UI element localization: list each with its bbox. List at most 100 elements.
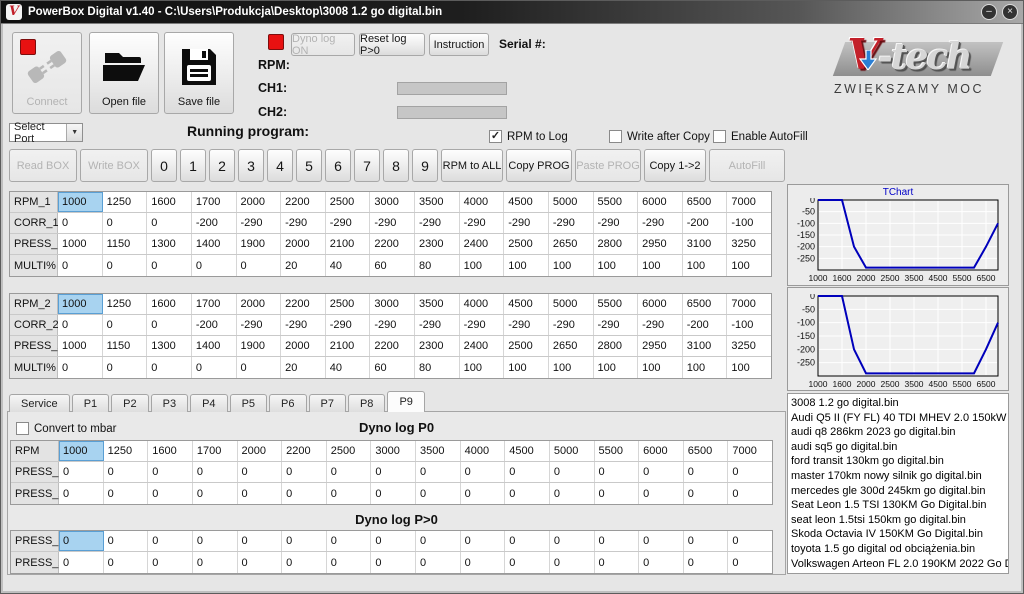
table-cell[interactable]: 2400 — [460, 336, 505, 356]
table-cell[interactable]: 100 — [594, 357, 639, 378]
table-cell[interactable]: 0 — [282, 531, 327, 551]
table-cell[interactable]: 2800 — [594, 336, 639, 356]
table-cell[interactable]: 1400 — [192, 336, 237, 356]
table-cell[interactable]: 5000 — [549, 192, 594, 212]
table-cell[interactable]: 0 — [103, 357, 148, 378]
table-cell[interactable]: 2500 — [326, 294, 371, 314]
table-cell[interactable]: 0 — [461, 462, 506, 482]
table-cell[interactable]: -290 — [370, 315, 415, 335]
table-cell[interactable]: 6000 — [638, 192, 683, 212]
file-list-item[interactable]: ford transit 130km go digital.bin — [791, 454, 1008, 469]
table-cell[interactable]: 0 — [371, 552, 416, 573]
table-cell[interactable]: 4000 — [460, 192, 505, 212]
table-cell[interactable]: 5500 — [594, 192, 639, 212]
table-cell[interactable]: 2650 — [549, 234, 594, 254]
table-cell[interactable]: 20 — [281, 255, 326, 276]
paste-prog-button[interactable]: Paste PROG — [575, 149, 641, 182]
tab-p4[interactable]: P4 — [190, 394, 227, 412]
table-cell[interactable]: 0 — [58, 213, 103, 233]
table-cell[interactable]: 1000 — [59, 441, 104, 461]
table-cell[interactable]: 1900 — [237, 336, 282, 356]
table-cell[interactable]: 2000 — [237, 192, 282, 212]
read-box-button[interactable]: Read BOX — [9, 149, 77, 182]
tab-service[interactable]: Service — [9, 394, 70, 412]
table-cell[interactable]: 40 — [326, 255, 371, 276]
table-cell[interactable]: 2100 — [326, 234, 371, 254]
table-cell[interactable]: 0 — [237, 357, 282, 378]
table-cell[interactable]: 2200 — [282, 441, 327, 461]
table-cell[interactable]: 1300 — [147, 234, 192, 254]
table-cell[interactable]: 0 — [104, 531, 149, 551]
table-cell[interactable]: 0 — [728, 462, 772, 482]
table-cell[interactable]: 2200 — [370, 336, 415, 356]
table-cell[interactable]: 100 — [549, 357, 594, 378]
file-list-item[interactable]: seat leon 1.5tsi 150km go digital.bin — [791, 513, 1008, 528]
table-cell[interactable]: 80 — [415, 357, 460, 378]
digit-button-3[interactable]: 3 — [238, 149, 264, 182]
rpm-to-log-checkbox[interactable]: RPM to Log — [489, 130, 568, 143]
table-cell[interactable]: 7000 — [727, 192, 771, 212]
table-cell[interactable]: 0 — [104, 552, 149, 573]
table-cell[interactable]: -290 — [281, 213, 326, 233]
table-cell[interactable]: 2950 — [638, 336, 683, 356]
table-cell[interactable]: 0 — [595, 483, 640, 504]
tab-p8[interactable]: P8 — [348, 394, 385, 412]
autofill-button[interactable]: AutoFill — [709, 149, 785, 182]
table-cell[interactable]: -200 — [683, 315, 728, 335]
table-cell[interactable]: 100 — [504, 255, 549, 276]
table-cell[interactable]: 100 — [683, 357, 728, 378]
table-cell[interactable]: 0 — [193, 483, 238, 504]
table-cell[interactable]: 0 — [505, 462, 550, 482]
close-button[interactable]: × — [1002, 4, 1018, 20]
table-cell[interactable]: 1700 — [193, 441, 238, 461]
enable-autofill-checkbox-box[interactable] — [713, 130, 726, 143]
table-cell[interactable]: 1250 — [104, 441, 149, 461]
table-cell[interactable]: 0 — [238, 531, 283, 551]
table-cell[interactable]: 0 — [327, 531, 372, 551]
file-list-item[interactable]: 3008 1.2 go digital.bin — [791, 396, 1008, 411]
file-list-item[interactable]: toyota 1.5 go digital od obciążenia.bin — [791, 542, 1008, 557]
table-cell[interactable]: 100 — [549, 255, 594, 276]
table-cell[interactable]: 6500 — [683, 192, 728, 212]
table-cell[interactable]: -290 — [460, 213, 505, 233]
table-cell[interactable]: 1400 — [192, 234, 237, 254]
instruction-button[interactable]: Instruction — [429, 33, 489, 56]
table-cell[interactable]: -100 — [727, 315, 771, 335]
table-cell[interactable]: 2100 — [326, 336, 371, 356]
table-cell[interactable]: 6500 — [683, 294, 728, 314]
table-cell[interactable]: -290 — [594, 315, 639, 335]
table-cell[interactable]: 0 — [193, 531, 238, 551]
table-cell[interactable]: 100 — [594, 255, 639, 276]
table-cell[interactable]: -290 — [504, 315, 549, 335]
digit-button-9[interactable]: 9 — [412, 149, 438, 182]
table-cell[interactable]: 1300 — [147, 336, 192, 356]
table-cell[interactable]: 0 — [238, 483, 283, 504]
table-cell[interactable]: 0 — [728, 483, 772, 504]
table-cell[interactable]: 0 — [238, 462, 283, 482]
table-cell[interactable]: 1150 — [103, 234, 148, 254]
digit-button-4[interactable]: 4 — [267, 149, 293, 182]
table-cell[interactable]: 60 — [370, 255, 415, 276]
rpm-to-log-checkbox-box[interactable] — [489, 130, 502, 143]
write-after-copy-checkbox-box[interactable] — [609, 130, 622, 143]
table-cell[interactable]: -290 — [326, 315, 371, 335]
rpm-to-all-button[interactable]: RPM to ALL — [441, 149, 503, 182]
table-cell[interactable]: 3100 — [683, 336, 728, 356]
table-cell[interactable]: 100 — [727, 255, 771, 276]
table-cell[interactable]: 5500 — [594, 294, 639, 314]
table-cell[interactable]: 1600 — [147, 294, 192, 314]
table-cell[interactable]: 0 — [59, 483, 104, 504]
file-list-item[interactable]: audi sq5 go digital.bin — [791, 440, 1008, 455]
digit-button-2[interactable]: 2 — [209, 149, 235, 182]
reset-log-button[interactable]: Reset log P>0 — [359, 33, 425, 56]
file-list-item[interactable]: master 170km nowy silnik go digital.bin — [791, 469, 1008, 484]
table-cell[interactable]: -290 — [549, 213, 594, 233]
enable-autofill-checkbox[interactable]: Enable AutoFill — [713, 130, 808, 143]
table-cell[interactable]: 0 — [282, 462, 327, 482]
table-cell[interactable]: 2000 — [281, 234, 326, 254]
dyno-log-on-button[interactable]: Dyno log ON — [291, 33, 355, 56]
table-cell[interactable]: -290 — [549, 315, 594, 335]
table-cell[interactable]: 2500 — [504, 234, 549, 254]
table-cell[interactable]: 0 — [58, 255, 103, 276]
table-cell[interactable]: 6000 — [638, 294, 683, 314]
